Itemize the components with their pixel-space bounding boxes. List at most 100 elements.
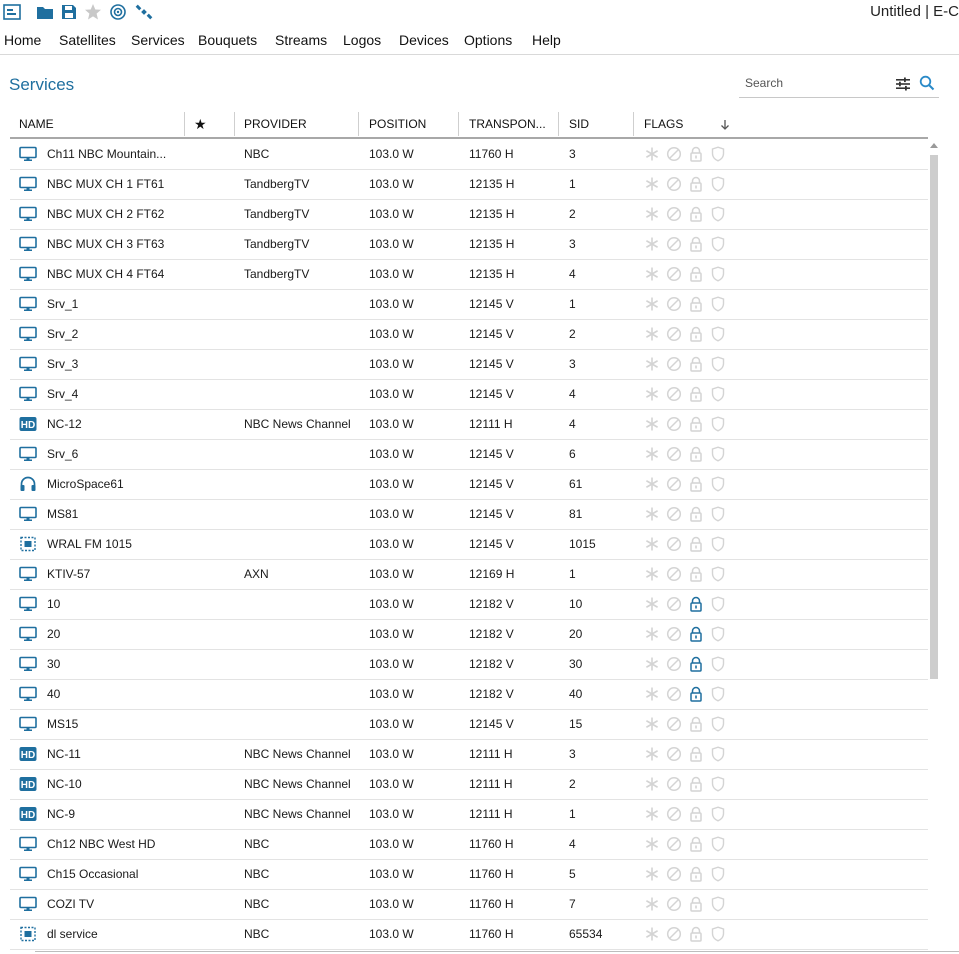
shield-flag-icon[interactable] bbox=[710, 146, 726, 162]
asterisk-flag-icon[interactable] bbox=[644, 296, 660, 312]
lock-flag-icon[interactable] bbox=[688, 326, 704, 342]
blocked-flag-icon[interactable] bbox=[666, 806, 682, 822]
lock-flag-icon[interactable] bbox=[688, 896, 704, 912]
shield-flag-icon[interactable] bbox=[710, 536, 726, 552]
shield-flag-icon[interactable] bbox=[710, 656, 726, 672]
table-row[interactable]: 20 103.0 W 12182 V 20 bbox=[10, 619, 928, 650]
lock-flag-icon[interactable] bbox=[688, 836, 704, 852]
shield-flag-icon[interactable] bbox=[710, 626, 726, 642]
lock-flag-icon[interactable] bbox=[688, 416, 704, 432]
menu-help[interactable]: Help bbox=[532, 29, 561, 51]
asterisk-flag-icon[interactable] bbox=[644, 446, 660, 462]
asterisk-flag-icon[interactable] bbox=[644, 146, 660, 162]
blocked-flag-icon[interactable] bbox=[666, 836, 682, 852]
shield-flag-icon[interactable] bbox=[710, 296, 726, 312]
lock-flag-icon[interactable] bbox=[688, 146, 704, 162]
blocked-flag-icon[interactable] bbox=[666, 236, 682, 252]
asterisk-flag-icon[interactable] bbox=[644, 746, 660, 762]
shield-flag-icon[interactable] bbox=[710, 746, 726, 762]
asterisk-flag-icon[interactable] bbox=[644, 836, 660, 852]
asterisk-flag-icon[interactable] bbox=[644, 506, 660, 522]
blocked-flag-icon[interactable] bbox=[666, 446, 682, 462]
menu-options[interactable]: Options bbox=[464, 29, 512, 51]
shield-flag-icon[interactable] bbox=[710, 206, 726, 222]
blocked-flag-icon[interactable] bbox=[666, 386, 682, 402]
table-row[interactable]: HD NC-9 NBC News Channel 103.0 W 12111 H 1 bbox=[10, 799, 928, 830]
shield-flag-icon[interactable] bbox=[710, 716, 726, 732]
table-row[interactable]: MS81 103.0 W 12145 V 81 bbox=[10, 499, 928, 530]
blocked-flag-icon[interactable] bbox=[666, 356, 682, 372]
table-row[interactable]: Srv_1 103.0 W 12145 V 1 bbox=[10, 289, 928, 320]
shield-flag-icon[interactable] bbox=[710, 866, 726, 882]
column-separator[interactable] bbox=[358, 112, 359, 136]
table-row[interactable]: WRAL FM 1015 103.0 W 12145 V 1015 bbox=[10, 529, 928, 560]
lock-flag-icon[interactable] bbox=[688, 716, 704, 732]
asterisk-flag-icon[interactable] bbox=[644, 386, 660, 402]
lock-flag-icon[interactable] bbox=[688, 386, 704, 402]
blocked-flag-icon[interactable] bbox=[666, 686, 682, 702]
table-row[interactable]: Srv_4 103.0 W 12145 V 4 bbox=[10, 379, 928, 410]
lock-flag-icon[interactable] bbox=[688, 746, 704, 762]
blocked-flag-icon[interactable] bbox=[666, 866, 682, 882]
scroll-thumb[interactable] bbox=[930, 155, 938, 679]
table-row[interactable]: NBC MUX CH 2 FT62 TandbergTV 103.0 W 12135 … bbox=[10, 199, 928, 230]
lock-flag-icon[interactable] bbox=[688, 626, 704, 642]
shield-flag-icon[interactable] bbox=[710, 896, 726, 912]
lock-flag-icon[interactable] bbox=[688, 236, 704, 252]
table-row[interactable]: NBC MUX CH 1 FT61 TandbergTV 103.0 W 12135 … bbox=[10, 169, 928, 200]
table-row[interactable]: Srv_3 103.0 W 12145 V 3 bbox=[10, 349, 928, 380]
shield-flag-icon[interactable] bbox=[710, 356, 726, 372]
shield-flag-icon[interactable] bbox=[710, 566, 726, 582]
menu-streams[interactable]: Streams bbox=[275, 29, 327, 51]
blocked-flag-icon[interactable] bbox=[666, 206, 682, 222]
table-row[interactable]: Ch11 NBC Mountain... NBC 103.0 W 11760 H 3 bbox=[10, 139, 928, 170]
menu-home[interactable]: Home bbox=[4, 29, 41, 51]
blocked-flag-icon[interactable] bbox=[666, 146, 682, 162]
table-row[interactable]: MicroSpace61 103.0 W 12145 V 61 bbox=[10, 469, 928, 500]
blocked-flag-icon[interactable] bbox=[666, 596, 682, 612]
menu-satellites[interactable]: Satellites bbox=[59, 29, 116, 51]
blocked-flag-icon[interactable] bbox=[666, 416, 682, 432]
shield-flag-icon[interactable] bbox=[710, 926, 726, 942]
asterisk-flag-icon[interactable] bbox=[644, 626, 660, 642]
table-row[interactable]: Srv_6 103.0 W 12145 V 6 bbox=[10, 439, 928, 470]
lock-flag-icon[interactable] bbox=[688, 176, 704, 192]
column-separator[interactable] bbox=[558, 112, 559, 136]
shield-flag-icon[interactable] bbox=[710, 446, 726, 462]
lock-flag-icon[interactable] bbox=[688, 356, 704, 372]
favorite-star-icon[interactable] bbox=[83, 2, 103, 22]
asterisk-flag-icon[interactable] bbox=[644, 236, 660, 252]
column-header-sid[interactable]: SID bbox=[569, 112, 589, 136]
menu-devices[interactable]: Devices bbox=[399, 29, 449, 51]
column-header-name[interactable]: NAME bbox=[19, 112, 54, 136]
shield-flag-icon[interactable] bbox=[710, 506, 726, 522]
table-row[interactable]: HD NC-11 NBC News Channel 103.0 W 12111 H 3 bbox=[10, 739, 928, 770]
lock-flag-icon[interactable] bbox=[688, 776, 704, 792]
lock-flag-icon[interactable] bbox=[688, 446, 704, 462]
lock-flag-icon[interactable] bbox=[688, 656, 704, 672]
vertical-scrollbar[interactable] bbox=[929, 139, 939, 954]
asterisk-flag-icon[interactable] bbox=[644, 536, 660, 552]
table-row[interactable]: KTIV-57 AXN 103.0 W 12169 H 1 bbox=[10, 559, 928, 590]
asterisk-flag-icon[interactable] bbox=[644, 926, 660, 942]
blocked-flag-icon[interactable] bbox=[666, 656, 682, 672]
blocked-flag-icon[interactable] bbox=[666, 176, 682, 192]
satellite-icon[interactable] bbox=[134, 2, 154, 22]
blocked-flag-icon[interactable] bbox=[666, 536, 682, 552]
table-row[interactable]: HD NC-12 NBC News Channel 103.0 W 12111 H 4 bbox=[10, 409, 928, 440]
table-row[interactable]: 10 103.0 W 12182 V 10 bbox=[10, 589, 928, 620]
satellite-dish-icon[interactable] bbox=[108, 2, 128, 22]
asterisk-flag-icon[interactable] bbox=[644, 326, 660, 342]
table-row[interactable]: Ch15 Occasional NBC 103.0 W 11760 H 5 bbox=[10, 859, 928, 890]
lock-flag-icon[interactable] bbox=[688, 686, 704, 702]
sort-down-arrow-icon[interactable] bbox=[720, 113, 730, 137]
shield-flag-icon[interactable] bbox=[710, 236, 726, 252]
lock-flag-icon[interactable] bbox=[688, 476, 704, 492]
asterisk-flag-icon[interactable] bbox=[644, 596, 660, 612]
scroll-up-arrow-icon[interactable] bbox=[930, 143, 938, 148]
shield-flag-icon[interactable] bbox=[710, 176, 726, 192]
blocked-flag-icon[interactable] bbox=[666, 266, 682, 282]
table-row[interactable]: Ch12 NBC West HD NBC 103.0 W 11760 H 4 bbox=[10, 829, 928, 860]
blocked-flag-icon[interactable] bbox=[666, 926, 682, 942]
blocked-flag-icon[interactable] bbox=[666, 506, 682, 522]
